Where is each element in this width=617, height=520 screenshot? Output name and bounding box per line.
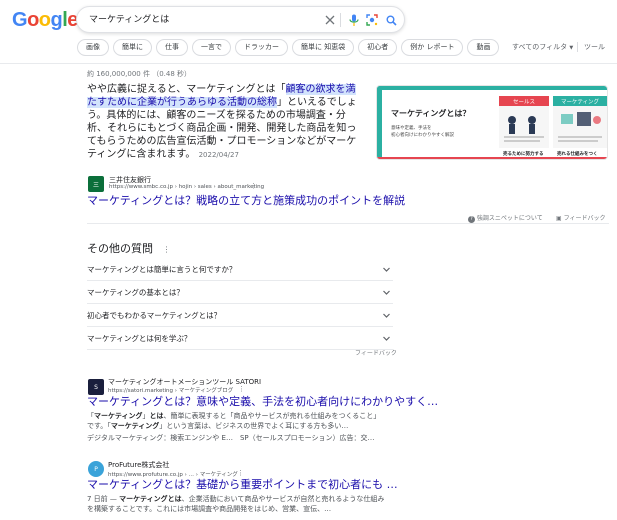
paa-title-text: その他の質問 [87, 242, 153, 255]
help-icon: ? [468, 216, 475, 223]
paa-question[interactable]: 初心者でもわかるマーケティングとは？ [87, 304, 393, 327]
featured-result-title[interactable]: マーケティングとは？戦略の立て方と施策成功のポイントを解説 [87, 194, 405, 208]
snip-text: 、企業活動において商品やサービスが自然と売れるような仕組み [181, 495, 385, 503]
microphone-icon[interactable] [347, 13, 361, 27]
chip[interactable]: 一言で [192, 39, 231, 56]
logo-letter: o [38, 9, 51, 31]
search-chips: 画像 簡単に 仕事 一言で ドラッカー 簡単に 知恵袋 初心者 例か レポート … [77, 39, 500, 57]
snip-text: 「 [87, 412, 94, 420]
chip[interactable]: 例か レポート [401, 39, 464, 56]
tools-button[interactable]: ツール [584, 42, 605, 52]
result-snippet-line: を構築することです。これには市場調査や商品開発をはじめ、営業、宣伝、… [87, 505, 332, 513]
result-sitelinks[interactable]: デジタルマーケティング：検索エンジンや E… SP（セールスプロモーション）広告… [87, 433, 374, 443]
image-heading: マーケティングとは？ [391, 108, 470, 118]
more-options-icon[interactable]: ⋮ [163, 245, 171, 254]
feedback-label: フィードバック [563, 215, 606, 222]
paa-question-text: マーケティングの基本とは？ [87, 288, 184, 297]
image-sales-label: セールス [513, 99, 535, 106]
satori-favicon: S [88, 379, 104, 395]
clear-icon[interactable] [323, 13, 337, 27]
result-source-name[interactable]: ProFuture株式会社 [108, 460, 169, 470]
snippet-lead: やや広義に捉えると、マーケティングとは「 [87, 84, 286, 95]
search-box[interactable]: マーケティングとは [76, 6, 405, 33]
snip-text: 7 日前 — [87, 495, 120, 503]
more-options-icon[interactable]: ⋮ [237, 469, 244, 477]
chevron-down-icon: ▼ [569, 45, 574, 51]
featured-snippet-text: やや広義に捉えると、マーケティングとは「顧客の欲求を満たすために企業が行うあらゆ… [87, 83, 365, 162]
chip[interactable]: 簡単に [113, 39, 152, 56]
result-source-url[interactable]: https://www.profuture.co.jp › … › マーケティン… [108, 470, 238, 478]
search-input[interactable]: マーケティングとは [89, 12, 169, 28]
chevron-down-icon [383, 336, 390, 341]
search-divider [340, 13, 341, 27]
paa-feedback-link[interactable]: フィードバック [355, 348, 397, 357]
paa-question[interactable]: マーケティングとは何を学ぶ？ [87, 327, 393, 350]
snip-bold: マーケティング [110, 422, 160, 430]
featured-source-url[interactable]: https://www.smbc.co.jp › hojin › sales ›… [109, 184, 264, 190]
marketing-illustration: マーケティングとは？ 意味や定義、手法を 初心者向けにわかりやすく解説 セールス… [377, 86, 607, 159]
chevron-down-icon [383, 290, 390, 295]
search-icon[interactable] [384, 13, 398, 27]
snippet-date: 2022/04/27 [198, 151, 239, 159]
chip[interactable]: 簡単に 知恵袋 [292, 39, 355, 56]
image-marketing-caption: 売れる仕組みをつく [557, 150, 598, 157]
chevron-down-icon [383, 267, 390, 272]
paa-question[interactable]: マーケティングとは簡単に言うと何ですか？ [87, 258, 393, 281]
chip[interactable]: 動画 [467, 39, 500, 56]
image-sales-caption: 売るために努力する [503, 150, 544, 157]
result-title[interactable]: マーケティングとは？基礎から重要ポイントまで初心者にも … [87, 478, 398, 492]
people-also-ask-title: その他の質問 ⋮ [87, 240, 171, 256]
all-filters-label: すべてのフィルタ [512, 43, 568, 51]
tools-divider [577, 42, 578, 52]
smbc-favicon: 三 [88, 176, 104, 192]
feedback-icon: ▣ [556, 215, 562, 222]
snip-text: 」という言葉は、ビジネスの世界でよく耳にする方も多い… [159, 422, 349, 430]
image-sub1: 意味や定義、手法を [391, 124, 432, 131]
more-options-icon[interactable]: ⋮ [238, 385, 245, 393]
result-snippet-line: です。「マーケティング」という言葉は、ビジネスの世界でよく耳にする方も多い… [87, 421, 348, 431]
result-source-url[interactable]: https://satori.marketing › マーケティングブログ [108, 386, 233, 394]
paa-question[interactable]: マーケティングの基本とは？ [87, 281, 393, 304]
paa-question-text: マーケティングとは何を学ぶ？ [87, 334, 192, 343]
image-sub2: 初心者向けにわかりやすく解説 [391, 131, 454, 138]
paa-question-text: 初心者でもわかるマーケティングとは？ [87, 311, 222, 320]
search-header: Google マーケティングとは 画像 簡単に 仕事 一言で ドラッカー 簡単に… [0, 0, 617, 64]
chip[interactable]: 初心者 [358, 39, 398, 56]
chip[interactable]: 仕事 [156, 39, 188, 56]
snip-bold: マーケティングとは [119, 495, 182, 503]
image-marketing-label: マーケティング [561, 98, 600, 106]
featured-snippet-image[interactable]: マーケティングとは？ 意味や定義、手法を 初心者向けにわかりやすく解説 セールス… [376, 85, 608, 160]
chip[interactable]: 画像 [77, 39, 109, 56]
feedback-link[interactable]: ▣ フィードバック [556, 213, 605, 222]
result-snippet-line: 7 日前 — マーケティングとは、企業活動において商品やサービスが自然と売れるよ… [87, 494, 384, 504]
chip[interactable]: ドラッカー [235, 39, 288, 56]
snip-bold: マーケティング [94, 412, 143, 420]
logo-letter: G [12, 9, 28, 31]
snip-text: です。「 [87, 422, 111, 430]
logo-letter: g [50, 9, 63, 31]
snip-bold: とは [149, 412, 164, 420]
snip-text: 、簡単に表現すると「商品やサービスが売れる仕組みをつくること」 [163, 412, 381, 420]
divider [87, 223, 609, 224]
about-snippets-link[interactable]: ? 強調スニペットについて [468, 213, 543, 223]
more-options-icon[interactable]: ⋮ [250, 182, 257, 190]
result-stats: 約 160,000,000 件 （0.48 秒） [87, 70, 192, 78]
logo-letter: o [27, 9, 39, 31]
result-snippet-line: 「マーケティング」とは、簡単に表現すると「商品やサービスが売れる仕組みをつくるこ… [87, 411, 380, 421]
google-logo[interactable]: Google [12, 9, 78, 31]
chevron-down-icon [383, 313, 390, 318]
paa-question-text: マーケティングとは簡単に言うと何ですか？ [87, 265, 237, 274]
result-title[interactable]: マーケティングとは？意味や定義、手法を初心者向けにわかりやすく… [87, 395, 438, 409]
about-snippets-label: 強調スニペットについて [476, 215, 543, 222]
profuture-favicon: P [88, 461, 104, 477]
lens-icon[interactable] [365, 13, 379, 27]
all-filters-button[interactable]: すべてのフィルタ ▼ [512, 42, 573, 53]
